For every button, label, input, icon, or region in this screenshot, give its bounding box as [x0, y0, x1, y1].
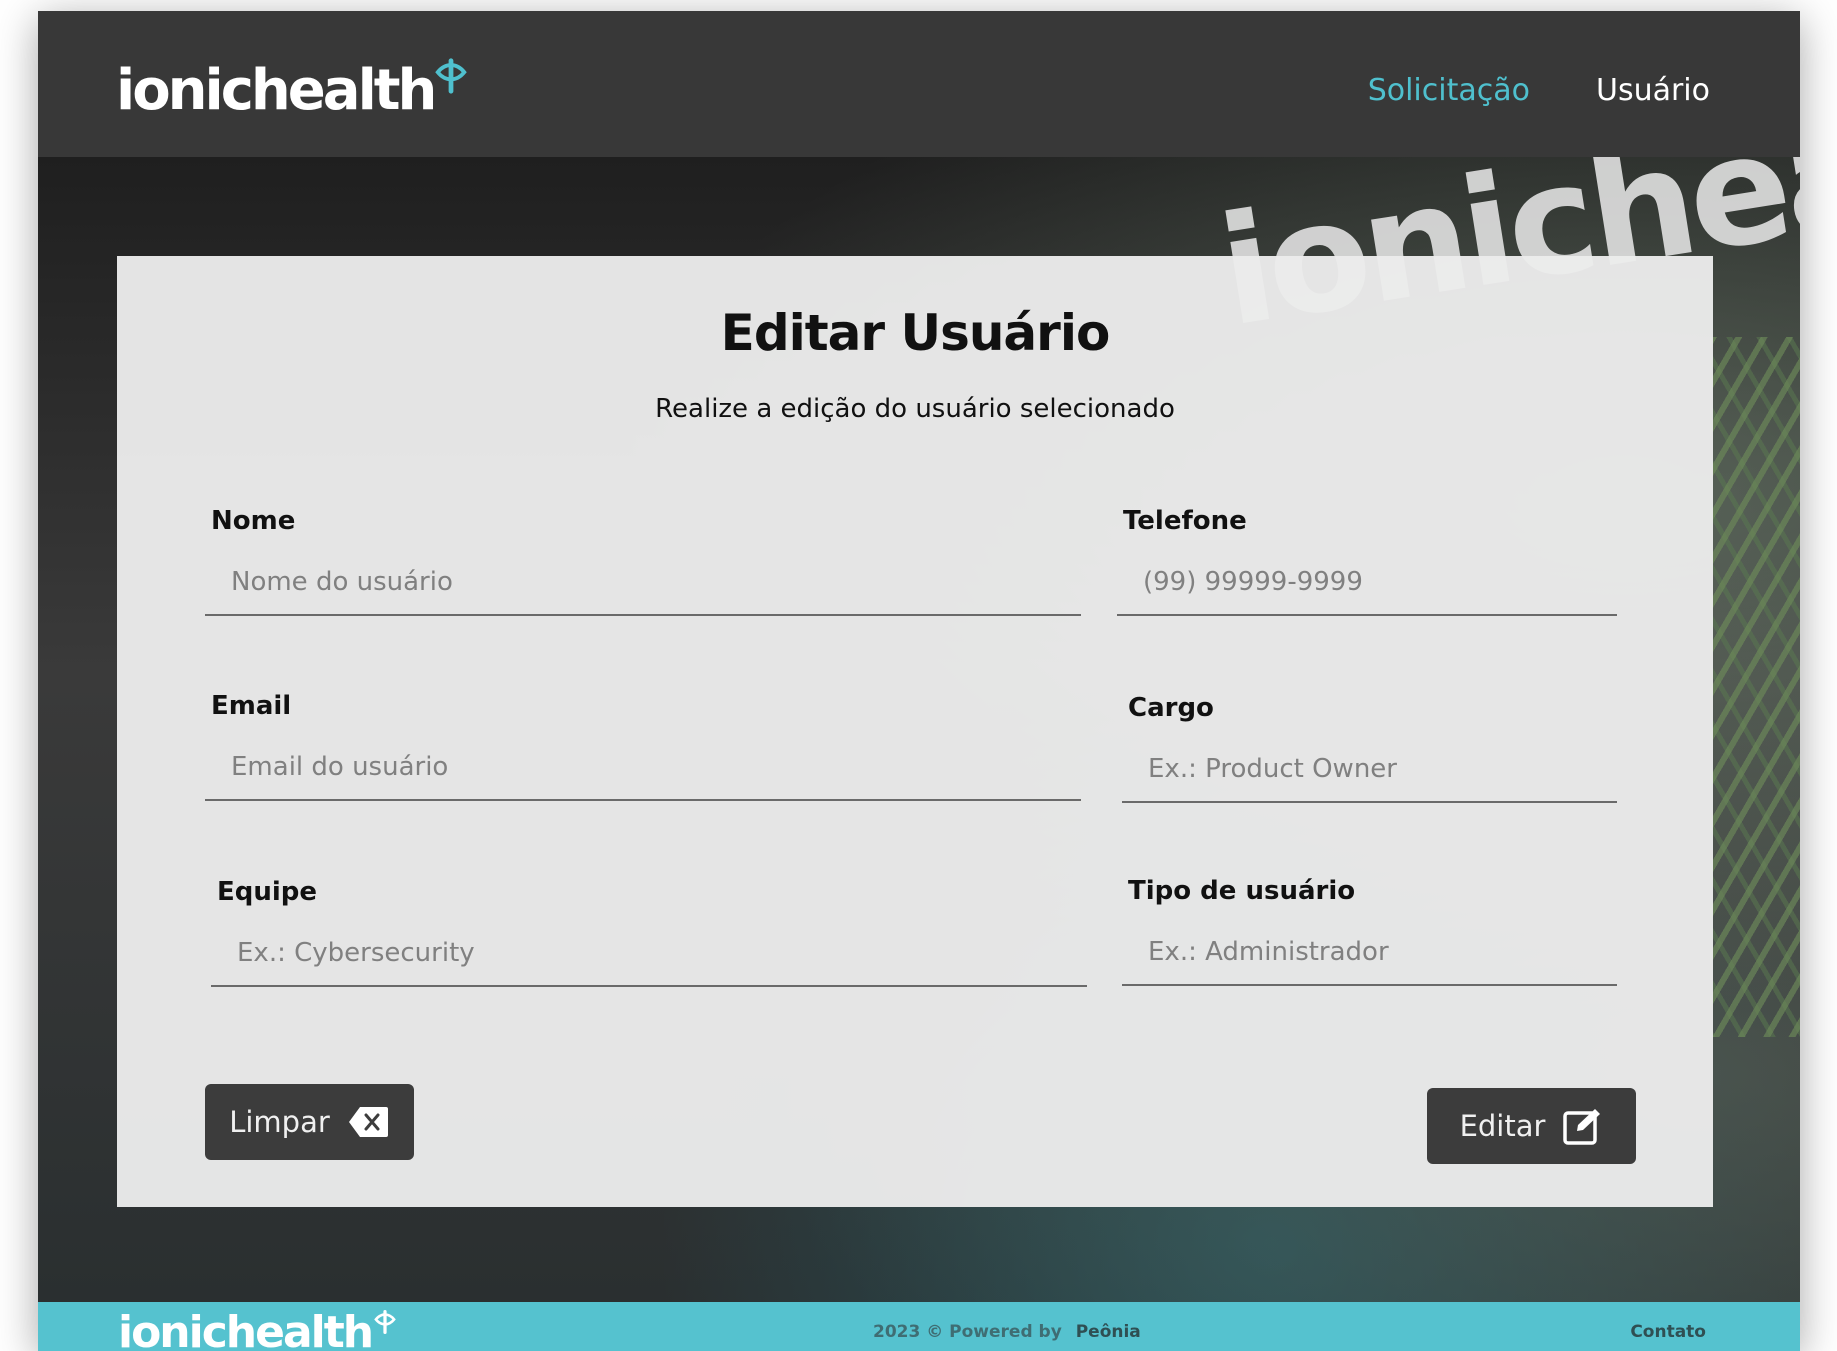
nome-field: Nome: [205, 506, 1081, 616]
clear-button[interactable]: Limpar: [205, 1084, 414, 1160]
tipo-usuario-label: Tipo de usuário: [1128, 876, 1356, 906]
cargo-label: Cargo: [1128, 693, 1214, 723]
page-subtitle: Realize a edição do usuário selecionado: [655, 394, 1175, 424]
edit-square-icon: [1563, 1109, 1601, 1145]
email-field: Email: [205, 691, 1081, 801]
backspace-icon: [348, 1107, 388, 1137]
footer-logo-wordmark: ionichealth: [118, 1307, 374, 1351]
page-title: Editar Usuário: [720, 304, 1111, 362]
background-plant: [1710, 337, 1800, 1037]
edit-button-label: Editar: [1459, 1109, 1546, 1143]
top-navbar: ionichealth Solicitação Usuário: [38, 11, 1800, 157]
clear-button-label: Limpar: [229, 1105, 330, 1139]
footer: ionichealth 2023 © Powered by Peônia Con…: [38, 1302, 1800, 1351]
footer-logo-symbol-icon: [374, 1309, 396, 1335]
equipe-field: Equipe: [211, 877, 1087, 987]
telefone-field: Telefone: [1117, 506, 1617, 616]
logo-symbol-icon: [435, 58, 468, 94]
footer-copyright: 2023 © Powered by Peônia: [873, 1322, 1141, 1342]
header-logo[interactable]: ionichealth: [116, 58, 470, 123]
nav-link-usuario[interactable]: Usuário: [1596, 73, 1710, 108]
nav-link-solicitacao[interactable]: Solicitação: [1368, 73, 1530, 108]
powered-by-brand: Peônia: [1075, 1322, 1141, 1342]
edit-button[interactable]: Editar: [1427, 1088, 1636, 1164]
email-label: Email: [211, 691, 292, 721]
contact-link[interactable]: Contato: [1630, 1322, 1706, 1342]
equipe-label: Equipe: [217, 877, 318, 907]
tipo-usuario-field: Tipo de usuário: [1122, 876, 1617, 986]
telefone-input[interactable]: [1117, 550, 1617, 616]
equipe-input[interactable]: [211, 921, 1087, 987]
email-input[interactable]: [205, 735, 1081, 801]
cargo-input[interactable]: [1122, 737, 1617, 803]
nome-label: Nome: [211, 506, 296, 536]
nome-input[interactable]: [205, 550, 1081, 616]
tipo-usuario-input[interactable]: [1122, 920, 1617, 986]
logo-wordmark: ionichealth: [116, 58, 437, 123]
copyright-text: 2023 © Powered by: [873, 1322, 1062, 1342]
edit-user-card: Editar Usuário Realize a edição do usuár…: [117, 256, 1713, 1207]
app-window: ionichealth Solicitação Usuário ionichea…: [38, 11, 1800, 1351]
cargo-field: Cargo: [1122, 693, 1617, 803]
footer-logo[interactable]: ionichealth: [118, 1308, 398, 1351]
main-nav: Solicitação Usuário: [1368, 73, 1710, 108]
telefone-label: Telefone: [1123, 506, 1247, 536]
